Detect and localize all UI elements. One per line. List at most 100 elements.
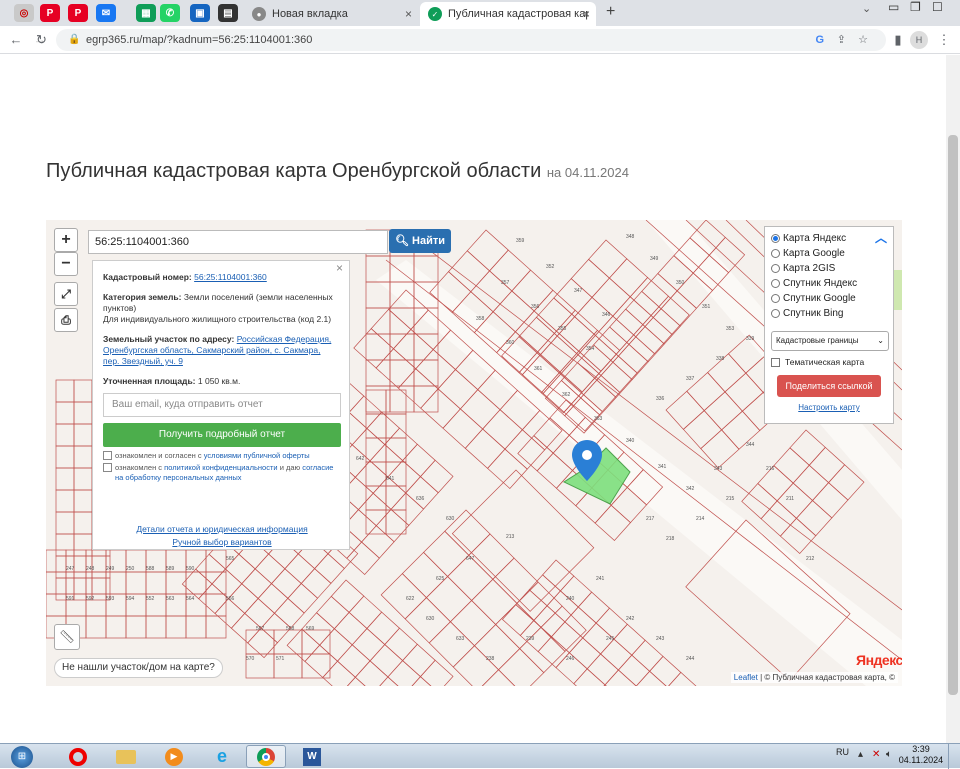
parcel[interactable] [776, 482, 814, 519]
parcel[interactable] [405, 676, 439, 686]
parcel[interactable] [707, 353, 747, 393]
parcel[interactable] [413, 385, 439, 413]
parcel[interactable] [595, 607, 628, 640]
ruler-icon[interactable]: 📏︎ [54, 624, 80, 650]
parcel[interactable] [273, 597, 305, 629]
parcel[interactable] [588, 239, 628, 279]
parcel[interactable] [615, 334, 655, 374]
parcel[interactable] [165, 615, 187, 639]
parcel[interactable] [492, 290, 535, 333]
parcel[interactable] [304, 644, 339, 679]
parcel[interactable] [573, 668, 606, 686]
parcel[interactable] [464, 428, 506, 469]
parcel[interactable] [487, 448, 528, 489]
parcel[interactable] [600, 638, 633, 671]
parcel[interactable] [185, 615, 207, 639]
close-tab-icon[interactable]: × [405, 7, 412, 21]
get-report-button[interactable]: Получить подробный отчет [103, 423, 341, 447]
parcel[interactable] [649, 655, 682, 686]
tray-arrow-icon[interactable]: ▴ [858, 749, 863, 760]
parcel[interactable] [617, 654, 651, 686]
close-tab-icon[interactable]: × [583, 7, 590, 21]
address-bar[interactable]: ↻ 🔒 egrp365.ru/map/?kadnum=56:25:1104001… [36, 29, 886, 51]
search-button[interactable]: 🔍︎ Найти [389, 229, 451, 253]
basemap-option[interactable]: Карта Google [771, 246, 887, 261]
close-window-icon[interactable]: ☐ [932, 0, 943, 14]
parcel[interactable] [214, 598, 246, 629]
parcel[interactable] [553, 278, 593, 318]
parcel[interactable] [598, 353, 638, 393]
parcel[interactable] [366, 411, 401, 446]
parcel[interactable] [55, 379, 75, 403]
parcel[interactable] [205, 571, 227, 595]
parcel[interactable] [247, 627, 278, 659]
parcel[interactable] [447, 554, 494, 602]
parcel[interactable] [402, 443, 436, 478]
parcel[interactable] [476, 669, 524, 686]
parcel[interactable] [459, 389, 501, 430]
network-icon[interactable]: ✕ [872, 749, 880, 760]
pinterest-tab-icon[interactable]: P [40, 4, 60, 22]
checkbox[interactable] [103, 451, 112, 460]
checkbox[interactable] [103, 463, 112, 472]
parcel[interactable] [437, 369, 479, 410]
sheets-tab-icon[interactable]: ▦ [136, 4, 156, 22]
parcel[interactable] [528, 574, 561, 607]
parcel[interactable] [425, 575, 473, 623]
privacy-link[interactable]: политикой конфиденциальности [164, 463, 277, 472]
parcel[interactable] [631, 639, 664, 672]
basemap-option[interactable]: Спутник Яндекс [771, 276, 887, 291]
parcel[interactable] [413, 359, 439, 387]
parcel[interactable] [366, 611, 401, 646]
system-clock[interactable]: 3:39 04.11.2024 [898, 744, 944, 766]
scrollbar-thumb[interactable] [948, 135, 958, 695]
parcel[interactable] [330, 579, 365, 613]
parcel[interactable] [385, 485, 407, 511]
share-icon[interactable]: ⇪ [837, 29, 846, 51]
parcel[interactable] [365, 437, 387, 463]
bookmark-star-icon[interactable]: ☆ [858, 29, 868, 51]
offer-link[interactable]: условиями публичной оферты [204, 451, 310, 460]
radio-button[interactable] [771, 294, 780, 303]
volume-icon[interactable]: 🔈︎ [886, 749, 892, 760]
parcel[interactable] [402, 643, 436, 678]
parcel[interactable] [682, 410, 723, 450]
parcel[interactable] [125, 571, 147, 595]
parcel[interactable] [353, 328, 394, 369]
radio-button[interactable] [771, 249, 780, 258]
parcel[interactable] [73, 401, 93, 425]
parcel[interactable] [287, 582, 319, 614]
parcel[interactable] [466, 229, 509, 272]
parcel[interactable] [448, 250, 491, 293]
tab-new-tab[interactable]: ● Новая вкладка × [244, 2, 418, 26]
cadastral-link[interactable]: 56:25:1104001:360 [194, 272, 267, 282]
parcel[interactable] [195, 553, 226, 585]
parcel[interactable] [284, 553, 316, 584]
parcel[interactable] [73, 445, 93, 469]
radio-button[interactable] [771, 264, 780, 273]
parcel[interactable] [760, 500, 797, 537]
parcel[interactable] [596, 361, 633, 398]
parcel[interactable] [385, 461, 407, 487]
new-tab-icon[interactable]: + [606, 3, 615, 21]
zoom-in-button[interactable]: + [54, 228, 78, 252]
parcel[interactable] [385, 389, 407, 415]
tab-cadastral-map[interactable]: ✓ Публичная кадастровая карта О × [420, 2, 596, 26]
privacy-consent-checkbox[interactable]: ознакомлен с политикой конфиденциальност… [103, 463, 339, 483]
parcel[interactable] [73, 489, 93, 513]
basemap-option[interactable]: Спутник Google [771, 291, 887, 306]
radio-button[interactable] [771, 279, 780, 288]
parcel[interactable] [795, 499, 833, 537]
restore-icon[interactable]: ❐ [910, 0, 921, 14]
whatsapp-tab-icon[interactable]: ✆ [160, 4, 180, 22]
parcel[interactable] [65, 571, 87, 595]
parcel[interactable] [540, 605, 587, 652]
parcel[interactable] [808, 446, 846, 484]
parcel[interactable] [300, 568, 332, 599]
parcel[interactable] [354, 460, 389, 494]
manual-selection-link[interactable]: Ручной выбор вариантов [93, 536, 351, 549]
parcel[interactable] [365, 359, 391, 387]
parcel[interactable] [73, 533, 93, 557]
start-button[interactable]: ⊞ [2, 744, 42, 769]
boundaries-select[interactable]: Кадастровые границы ⌄ [771, 331, 889, 351]
